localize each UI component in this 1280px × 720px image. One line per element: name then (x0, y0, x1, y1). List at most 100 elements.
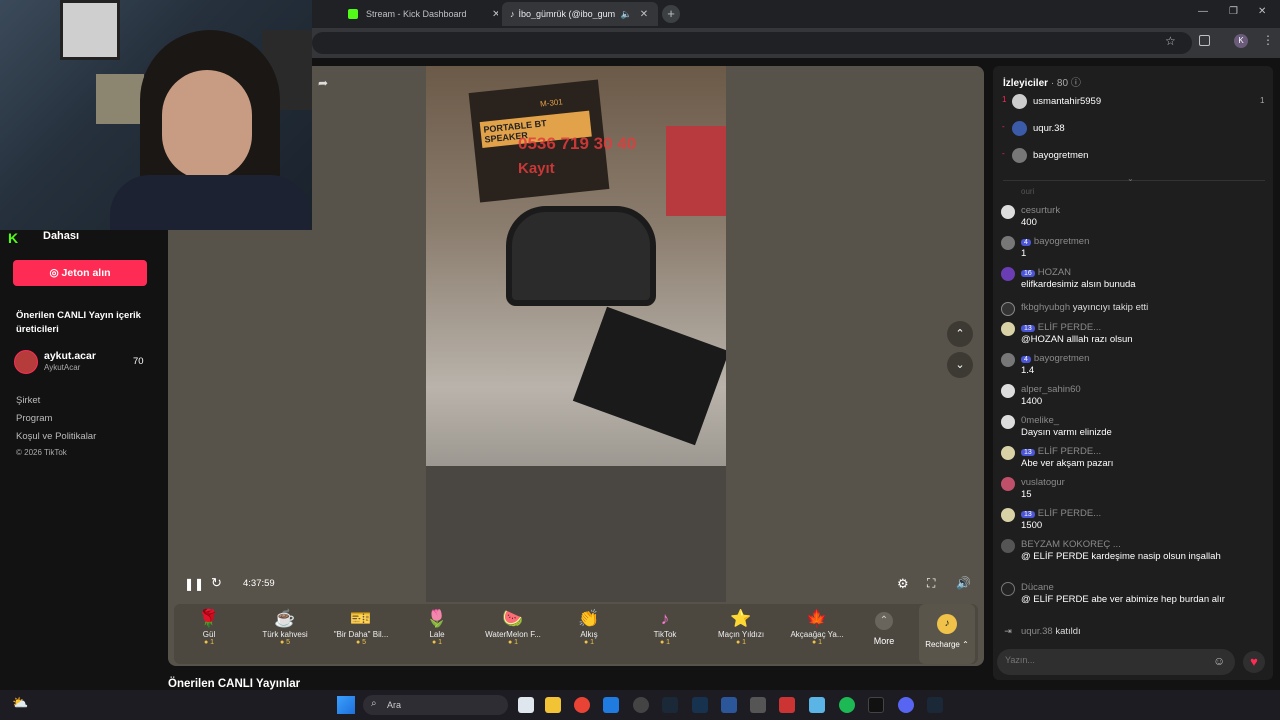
recharge-label: Recharge ⌃ (925, 640, 969, 649)
fullscreen-icon[interactable]: ⛶ (927, 576, 935, 591)
minimize-icon[interactable]: — (1198, 6, 1208, 17)
buy-coins-button[interactable]: ◎ Jeton alın (13, 260, 147, 286)
stream-time: 4:37:59 (243, 578, 275, 589)
info-icon: ⓘ (1070, 78, 1081, 89)
pause-icon[interactable]: ❚❚ (184, 577, 204, 591)
obs-icon[interactable] (633, 697, 649, 713)
speaker-icon[interactable]: 🔈 (621, 9, 632, 20)
weather-icon[interactable]: ⛅ (12, 695, 28, 711)
creator-count: 70 (133, 356, 144, 367)
notepad-icon[interactable] (809, 697, 825, 713)
app-icon[interactable] (662, 697, 678, 713)
gift-applause[interactable]: 👏 Alkış ● 1 (554, 608, 624, 646)
windows-start-icon[interactable] (337, 696, 355, 714)
emoji-icon[interactable]: ☺ (1213, 654, 1225, 668)
chrome-icon[interactable] (574, 697, 590, 713)
gift-bar: 🌹 Gül ● 1 ☕ Türk kahvesi ● 5 🎫 "Bir Daha" Bil… (174, 604, 978, 664)
viewer-row[interactable]: - uqur.38 (999, 121, 1265, 137)
viewer-row[interactable]: - bayogretmen (999, 148, 1265, 164)
profile-avatar[interactable]: K (1234, 34, 1248, 48)
tab-tiktok-live[interactable]: ♪ İbo_gümrük (@ibo_gumruk 🔈 ✕ (502, 2, 658, 26)
coffee-icon: ☕ (274, 609, 296, 628)
app-icon[interactable] (868, 697, 884, 713)
file-explorer-icon[interactable] (545, 697, 561, 713)
gift-tiktok[interactable]: ♪ TikTok ● 1 (630, 608, 700, 646)
wall-poster (60, 0, 120, 60)
viewers-title: İzleyiciler · 80 ⓘ (1003, 78, 1081, 89)
close-window-icon[interactable]: ✕ (1258, 6, 1266, 17)
gift-turkish-coffee[interactable]: ☕ Türk kahvesi ● 5 (250, 608, 320, 646)
tab-label: İbo_gümrük (@ibo_gumruk (518, 9, 615, 19)
phone-overlay: 0536 719 30 40 (518, 134, 637, 153)
viewer-row[interactable]: 1 usmantahir5959 1 (999, 94, 1265, 110)
chat-input-box[interactable]: ☺ (997, 649, 1235, 675)
rose-icon: 🌹 (198, 609, 220, 628)
settings-icon[interactable]: ⚙ (897, 576, 909, 592)
chevron-down-icon[interactable]: ⌄ (1127, 174, 1134, 183)
gift-rose[interactable]: 🌹 Gül ● 1 (174, 608, 244, 646)
gift-match-star[interactable]: ⭐ Maçın Yıldızı ● 1 (706, 608, 776, 646)
chat-input[interactable] (1005, 655, 1195, 665)
calculator-icon[interactable] (721, 697, 737, 713)
coin-icon: ♪ (937, 614, 957, 634)
name-overlay: Kayıt (518, 160, 555, 177)
volume-icon[interactable]: 🔊 (956, 576, 971, 590)
steam-icon[interactable] (927, 697, 943, 713)
heart-icon[interactable]: ♥ (1243, 651, 1265, 673)
creator-item[interactable]: aykut.acar AykutAcar 70 (14, 350, 154, 376)
address-field[interactable] (312, 32, 1192, 54)
headphones (506, 206, 656, 306)
share-icon[interactable]: ➦ (318, 76, 328, 90)
gift-watermelon[interactable]: 🍉 WaterMelon F... ● 1 (478, 608, 548, 646)
new-tab-button[interactable]: + (662, 5, 680, 23)
task-view-icon[interactable] (518, 697, 534, 713)
tab-close-icon[interactable]: ✕ (640, 9, 648, 20)
webcam-overlay (0, 0, 312, 230)
chat-panel: İzleyiciler · 80 ⓘ 1 usmantahir5959 1 - … (993, 66, 1273, 680)
avatar (1012, 94, 1027, 109)
restore-icon[interactable]: ❐ (1229, 6, 1238, 17)
live-video[interactable]: PORTABLE BT SPEAKER M-301 0536 719 30 40… (426, 66, 726, 602)
ticket-icon: 🎫 (350, 609, 372, 628)
tab-kick-dashboard[interactable]: Stream - Kick Dashboard ✕ (318, 2, 498, 26)
chevron-up-icon[interactable]: ⌃ (947, 321, 973, 347)
footer-link-program[interactable]: Program (16, 413, 52, 424)
outlook-icon[interactable] (603, 697, 619, 713)
taskbar-search[interactable]: ⌕ Ara (363, 695, 508, 715)
tiktok-favicon-icon: ♪ (510, 9, 515, 19)
join-icon: ⇥ (1004, 626, 1012, 636)
discord-icon[interactable] (898, 697, 914, 713)
left-sidebar: K Dahası ◎ Jeton alın Önerilen CANLI Yay… (0, 230, 160, 690)
table-shelf (426, 466, 726, 602)
kick-logo-icon: K (8, 230, 19, 246)
chevron-up-icon: ⌃ (875, 612, 893, 630)
more-link[interactable]: Dahası (43, 230, 79, 242)
footer-link-terms[interactable]: Koşul ve Politikalar (16, 431, 96, 442)
gift-tulip[interactable]: 🌷 Lale ● 1 (402, 608, 472, 646)
avatar (1012, 121, 1027, 136)
maple-leaf-icon: 🍁 (806, 609, 828, 628)
gift-maple-leaf[interactable]: 🍁 Akçaağaç Ya... ● 1 (782, 608, 852, 646)
footer-link-company[interactable]: Şirket (16, 395, 40, 406)
person-face (162, 70, 252, 180)
app-icon[interactable] (750, 697, 766, 713)
refresh-icon[interactable]: ↻ (211, 575, 222, 591)
menu-dots-icon[interactable]: ⋮ (1262, 33, 1274, 47)
divider (1003, 180, 1265, 181)
app-icon[interactable] (779, 697, 795, 713)
extensions-icon[interactable] (1199, 35, 1210, 46)
devices (572, 306, 726, 446)
search-icon: ⌕ (371, 698, 377, 709)
steam-icon[interactable] (692, 697, 708, 713)
bookmark-star-icon[interactable]: ☆ (1165, 34, 1176, 48)
star-icon: ⭐ (730, 609, 752, 628)
tab-close-icon[interactable]: ✕ (492, 9, 498, 20)
chevron-down-icon[interactable]: ⌄ (947, 352, 973, 378)
clap-icon: 👏 (578, 609, 600, 628)
recharge-button[interactable]: ♪ Recharge ⌃ (919, 604, 975, 664)
creator-avatar (14, 350, 38, 374)
wall-frame (96, 74, 144, 124)
gift-bir-daha[interactable]: 🎫 "Bir Daha" Bil... ● 5 (326, 608, 396, 646)
more-gifts-button[interactable]: ⌃ More (864, 612, 904, 646)
spotify-icon[interactable] (839, 697, 855, 713)
